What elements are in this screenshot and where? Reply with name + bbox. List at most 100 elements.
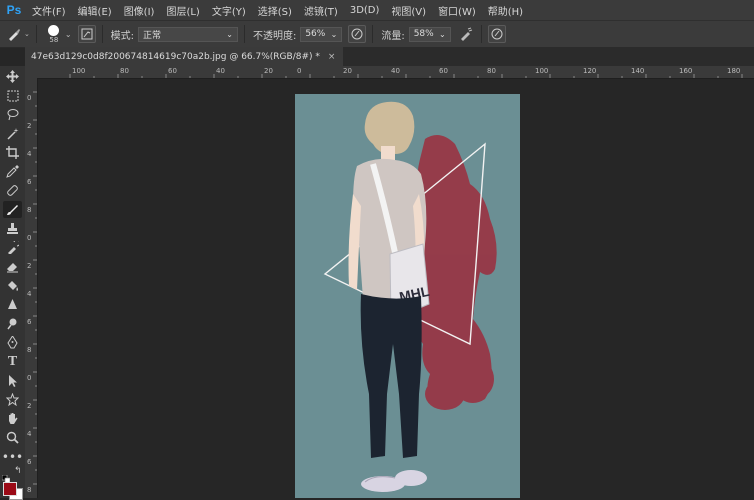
- custom-shape-tool-icon[interactable]: [3, 391, 22, 408]
- brush-tool-icon[interactable]: [3, 201, 22, 218]
- ruler-label: 60: [168, 67, 177, 75]
- separator: [480, 25, 482, 43]
- menu-help[interactable]: 帮助(H): [484, 3, 527, 18]
- separator: [35, 25, 37, 43]
- foreground-color-swatch[interactable]: [3, 482, 17, 496]
- eraser-tool-icon[interactable]: [3, 258, 22, 275]
- separator: [372, 25, 374, 43]
- separator: [243, 25, 245, 43]
- menu-layer[interactable]: 图层(L): [162, 3, 203, 18]
- menu-3d[interactable]: 3D(D): [346, 5, 384, 16]
- flow-input[interactable]: 58% ⌄: [408, 26, 451, 42]
- ruler-label: 80: [487, 67, 496, 75]
- airbrush-icon[interactable]: [457, 25, 475, 43]
- flow-value: 58%: [413, 29, 434, 39]
- ruler-label: 140: [631, 67, 645, 75]
- ruler-label: 180: [727, 67, 741, 75]
- pants: [360, 294, 422, 458]
- lasso-tool-icon[interactable]: [3, 106, 22, 123]
- ruler-label: 6: [27, 318, 32, 326]
- ruler-label: 2: [27, 122, 32, 130]
- dodge-tool-icon[interactable]: [3, 315, 22, 332]
- vertical-ruler[interactable]: 0 2 4 6 8 0 2 4 6 8 0 2 4 6 8: [25, 78, 38, 498]
- chevron-down-icon: ⌄: [439, 29, 446, 39]
- mode-value: 正常: [142, 30, 161, 41]
- brush-tool-preset-icon[interactable]: ⌄: [6, 26, 30, 42]
- path-selection-tool-icon[interactable]: [3, 372, 22, 389]
- zoom-tool-icon[interactable]: [3, 429, 22, 446]
- tools-panel: T ••• ↰: [0, 66, 26, 498]
- ruler-label: 100: [72, 67, 86, 75]
- menu-select[interactable]: 选择(S): [254, 3, 296, 18]
- ruler-label: 20: [264, 67, 273, 75]
- separator: [101, 25, 103, 43]
- menu-window[interactable]: 窗口(W): [434, 3, 480, 18]
- swap-colors-icon[interactable]: ↰: [14, 466, 22, 476]
- ruler-label: 8: [27, 206, 32, 214]
- menu-image[interactable]: 图像(I): [120, 3, 159, 18]
- ruler-label: 40: [216, 67, 225, 75]
- brush-strokes: [415, 135, 497, 410]
- pressure-size-icon[interactable]: [487, 25, 506, 43]
- ruler-label: 40: [391, 67, 400, 75]
- ruler-label: 120: [583, 67, 597, 75]
- chevron-down-icon: ⌄: [226, 29, 233, 39]
- hand-tool-icon[interactable]: [3, 410, 22, 427]
- pen-tool-icon[interactable]: [3, 334, 22, 351]
- ruler-label: 0: [297, 67, 302, 75]
- menu-view[interactable]: 视图(V): [387, 3, 430, 18]
- clone-stamp-tool-icon[interactable]: [3, 220, 22, 237]
- brush-panel-toggle-icon[interactable]: [77, 25, 96, 43]
- close-icon[interactable]: ×: [328, 52, 336, 62]
- healing-brush-tool-icon[interactable]: [3, 182, 22, 199]
- more-tools-icon[interactable]: •••: [2, 448, 23, 465]
- ruler-label: 8: [27, 486, 32, 494]
- ruler-label: 4: [27, 290, 32, 298]
- opacity-input[interactable]: 56% ⌄: [300, 26, 343, 42]
- photoshop-logo: Ps: [6, 3, 22, 17]
- ruler-label: 160: [679, 67, 693, 75]
- eyedropper-tool-icon[interactable]: [3, 163, 22, 180]
- pressure-opacity-icon[interactable]: [348, 25, 367, 43]
- ruler-label: 0: [27, 374, 32, 382]
- ruler-label: 4: [27, 150, 32, 158]
- history-brush-tool-icon[interactable]: [3, 239, 22, 256]
- ruler-label: 0: [27, 234, 32, 242]
- blur-tool-icon[interactable]: [3, 296, 22, 313]
- ruler-label: 100: [535, 67, 549, 75]
- ruler-label: 8: [27, 346, 32, 354]
- menu-edit[interactable]: 编辑(E): [74, 3, 116, 18]
- default-colors-icon[interactable]: [1, 468, 11, 484]
- menu-bar: Ps 文件(F) 编辑(E) 图像(I) 图层(L) 文字(Y) 选择(S) 滤…: [0, 0, 754, 20]
- chevron-down-icon[interactable]: ⌄: [65, 30, 72, 39]
- crop-tool-icon[interactable]: [3, 144, 22, 161]
- illustration: MHL: [323, 101, 497, 492]
- brush-preset-picker[interactable]: 58: [43, 24, 65, 44]
- paint-bucket-tool-icon[interactable]: [3, 277, 22, 294]
- options-bar: ⌄ 58 ⌄ 模式: 正常 ⌄ 不透明度: 56% ⌄ 流量: 58% ⌄: [0, 20, 754, 48]
- document-tab[interactable]: 47e63d129c0d8f200674814619c70a2b.jpg @ 6…: [25, 47, 344, 66]
- brush-size-value: 58: [49, 35, 59, 44]
- opacity-label: 不透明度:: [252, 30, 297, 42]
- document-tab-bar: 47e63d129c0d8f200674814619c70a2b.jpg @ 6…: [25, 47, 754, 66]
- flow-label: 流量:: [381, 30, 405, 42]
- type-tool-icon[interactable]: T: [3, 353, 22, 370]
- menu-type[interactable]: 文字(Y): [208, 3, 250, 18]
- move-tool-icon[interactable]: [3, 68, 22, 85]
- ruler-label: 0: [27, 94, 32, 102]
- document-title: 47e63d129c0d8f200674814619c70a2b.jpg @ 6…: [31, 51, 320, 62]
- menu-filter[interactable]: 滤镜(T): [300, 3, 342, 18]
- document-canvas[interactable]: MHL: [295, 94, 520, 498]
- ruler-label: 6: [27, 458, 32, 466]
- magic-wand-tool-icon[interactable]: [3, 125, 22, 142]
- mode-label: 模式:: [110, 30, 134, 42]
- ruler-label: 2: [27, 262, 32, 270]
- horizontal-ruler[interactable]: 100 80 60 40 20 0 20 40 60 80 100 120 14…: [37, 66, 754, 79]
- ruler-label: 80: [120, 67, 129, 75]
- marquee-tool-icon[interactable]: [3, 87, 22, 104]
- opacity-value: 56%: [305, 29, 326, 39]
- mode-select[interactable]: 正常 ⌄: [137, 26, 238, 42]
- ruler-label: 20: [343, 67, 352, 75]
- menu-file[interactable]: 文件(F): [28, 3, 70, 18]
- ruler-label: 6: [27, 178, 32, 186]
